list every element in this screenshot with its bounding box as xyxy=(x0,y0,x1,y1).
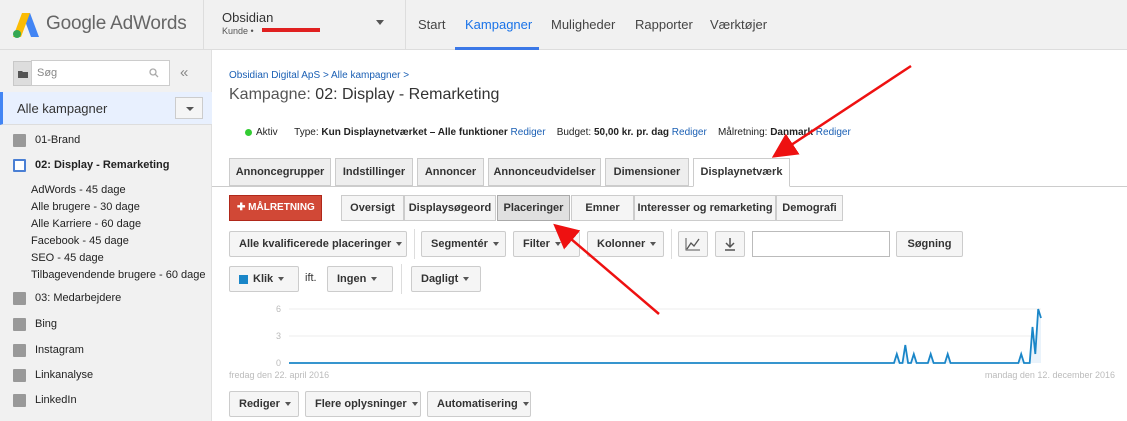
subtab-interests-remarketing[interactable]: Interesser og remarketing xyxy=(634,195,776,221)
campaign-search-icon xyxy=(13,344,26,357)
chevron-down-icon xyxy=(554,242,561,247)
redacted-account-id xyxy=(262,28,320,32)
chevron-down-icon xyxy=(492,242,499,247)
tab-ads[interactable]: Annoncer xyxy=(417,158,484,186)
campaign-search-icon xyxy=(13,134,26,147)
nav-start[interactable]: Start xyxy=(418,17,445,32)
subtab-placements[interactable]: Placeringer xyxy=(497,195,570,221)
campaign-display-icon xyxy=(13,159,26,172)
tab-ad-groups[interactable]: Annoncegrupper xyxy=(229,158,331,186)
tab-display-network[interactable]: Displaynetværk xyxy=(693,158,790,187)
segment-dropdown[interactable]: Segmentér xyxy=(421,231,506,257)
edit-dropdown[interactable]: Rediger xyxy=(229,391,299,417)
y-tick-label: 0 xyxy=(276,358,281,368)
account-dropdown-icon[interactable] xyxy=(376,20,384,25)
edit-type-link[interactable]: Rediger xyxy=(511,127,546,138)
active-nav-indicator xyxy=(455,47,539,50)
chevron-down-icon xyxy=(463,277,470,282)
chevron-down-icon xyxy=(411,402,418,407)
chevron-down-icon xyxy=(371,277,378,282)
sidebar-adgroup[interactable]: Alle Karriere - 60 dage xyxy=(31,218,141,230)
y-tick-label: 6 xyxy=(276,304,281,314)
placements-filter-dropdown[interactable]: Alle kvalificerede placeringer xyxy=(229,231,407,257)
search-input[interactable] xyxy=(752,231,890,257)
header-divider xyxy=(203,0,204,50)
sidebar-adgroup[interactable]: Tilbagevendende brugere - 60 dage xyxy=(31,269,206,281)
subtab-topics[interactable]: Emner xyxy=(571,195,634,221)
status-active-icon xyxy=(245,128,252,136)
campaign-search-icon xyxy=(13,369,26,382)
nav-reports[interactable]: Rapporter xyxy=(635,17,693,32)
chevron-down-icon xyxy=(278,277,285,282)
chevron-down-icon xyxy=(186,107,194,111)
nav-opportunities[interactable]: Muligheder xyxy=(551,17,615,32)
account-type: Kunde • xyxy=(222,26,254,36)
edit-budget-link[interactable]: Rediger xyxy=(672,127,707,138)
toolbar-divider xyxy=(414,229,415,259)
columns-dropdown[interactable]: Kolonner xyxy=(587,231,664,257)
subtab-demographics[interactable]: Demografi xyxy=(776,195,843,221)
campaign-search-icon xyxy=(13,292,26,305)
tab-ad-extensions[interactable]: Annonceudvidelser xyxy=(488,158,601,186)
metric-2-dropdown[interactable]: Ingen xyxy=(327,266,393,292)
download-icon xyxy=(725,238,735,251)
tab-settings[interactable]: Indstillinger xyxy=(335,158,413,186)
status-text: Aktiv xyxy=(256,127,278,138)
metric-1-dropdown[interactable]: Klik xyxy=(229,266,299,292)
series-color-swatch xyxy=(239,274,248,284)
arrow-to-display-network-tab xyxy=(771,64,912,158)
toolbar-divider xyxy=(671,229,672,259)
performance-chart: 6 3 0 fredag den 22. april 2016 mandag d… xyxy=(229,304,1115,380)
compare-label: ift. xyxy=(305,272,317,284)
automation-dropdown[interactable]: Automatisering xyxy=(427,391,531,417)
sidebar-adgroup[interactable]: AdWords - 45 dage xyxy=(31,184,126,196)
account-name[interactable]: Obsidian xyxy=(222,10,273,25)
period-dropdown[interactable]: Dagligt xyxy=(411,266,481,292)
top-header: Google AdWords Obsidian Kunde • Start Ka… xyxy=(0,0,1127,50)
chevron-down-icon xyxy=(650,242,657,247)
more-details-dropdown[interactable]: Flere oplysninger xyxy=(305,391,421,417)
nav-tools[interactable]: Værktøjer xyxy=(710,17,767,32)
x-start-date-label: fredag den 22. april 2016 xyxy=(229,370,329,380)
download-button[interactable] xyxy=(715,231,745,257)
x-end-date-label: mandag den 12. december 2016 xyxy=(985,370,1115,380)
nav-campaigns[interactable]: Kampagner xyxy=(465,17,532,32)
plus-icon: ✚ xyxy=(237,202,246,213)
search-button[interactable]: Søgning xyxy=(896,231,963,257)
sidebar-search-input[interactable]: Søg xyxy=(31,60,170,86)
campaign-settings-summary: Aktiv Type: Kun Displaynetværket – Alle … xyxy=(245,127,851,138)
all-campaigns-selector[interactable]: Alle kampagner xyxy=(0,92,212,125)
subtab-overview[interactable]: Oversigt xyxy=(341,195,404,221)
all-campaigns-label: Alle kampagner xyxy=(17,101,108,116)
tabs-baseline xyxy=(212,186,1127,187)
subtab-display-keywords[interactable]: Displaysøgeord xyxy=(404,195,496,221)
y-tick-label: 3 xyxy=(276,331,281,341)
chevron-down-icon xyxy=(284,402,291,407)
toolbar-divider xyxy=(401,264,402,294)
breadcrumb[interactable]: Obsidian Digital ApS > Alle kampagner > xyxy=(229,70,409,81)
page-title: Kampagne: 02: Display - Remarketing xyxy=(229,86,500,103)
sidebar-adgroup[interactable]: SEO - 45 dage xyxy=(31,252,104,264)
chevron-down-icon xyxy=(522,402,529,407)
edit-targeting-link[interactable]: Rediger xyxy=(816,127,851,138)
targeting-button[interactable]: ✚ MÅLRETNING xyxy=(229,195,322,221)
chart-toggle-button[interactable] xyxy=(678,231,708,257)
line-chart-icon xyxy=(685,238,700,251)
filter-dropdown[interactable]: Filter xyxy=(513,231,580,257)
all-campaigns-dropdown[interactable] xyxy=(175,97,203,119)
adwords-logo-icon[interactable] xyxy=(12,11,40,39)
chevron-down-icon xyxy=(396,242,403,247)
campaign-search-icon xyxy=(13,318,26,331)
tab-dimensions[interactable]: Dimensioner xyxy=(605,158,689,186)
collapse-sidebar-icon[interactable]: « xyxy=(180,64,188,81)
sidebar-adgroup[interactable]: Facebook - 45 dage xyxy=(31,235,129,247)
folder-icon[interactable] xyxy=(13,61,32,86)
sidebar-adgroup[interactable]: Alle brugere - 30 dage xyxy=(31,201,140,213)
search-icon xyxy=(149,68,159,78)
logo-text: Google AdWords xyxy=(46,13,187,34)
campaign-search-icon xyxy=(13,394,26,407)
header-divider xyxy=(405,0,406,50)
